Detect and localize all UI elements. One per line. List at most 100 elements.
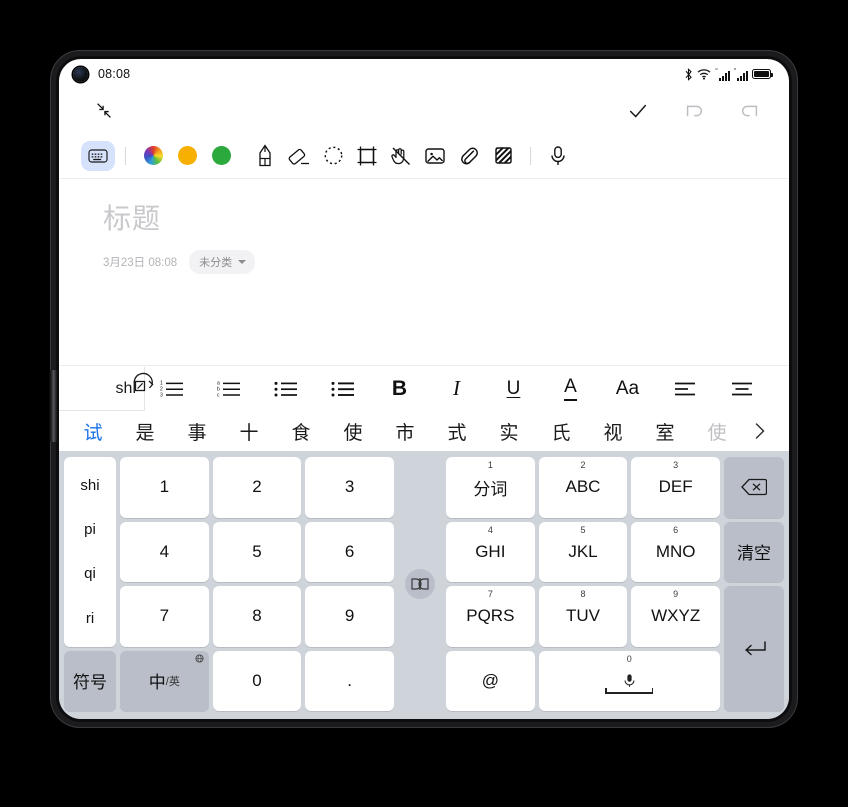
shading-tool[interactable]: [486, 141, 520, 171]
bullet-list-dense-button[interactable]: [322, 374, 363, 404]
pinyin-suggestion[interactable]: pi: [84, 522, 96, 537]
align-center-button[interactable]: [721, 374, 762, 404]
split-keyboard-icon: [411, 578, 429, 590]
circle-icon: [211, 146, 231, 165]
align-right-icon: [788, 382, 789, 395]
font-size-label: Aa: [615, 377, 640, 399]
key-sup: 9: [673, 589, 679, 599]
key-6[interactable]: 6: [305, 521, 394, 582]
key-t9-3[interactable]: 3 DEF: [631, 457, 720, 518]
color-amber-tool[interactable]: [170, 141, 204, 171]
key-label: 9: [344, 606, 355, 626]
eraser-tool[interactable]: [282, 141, 316, 171]
bullet-list-button[interactable]: [265, 374, 306, 404]
key-t9-2[interactable]: 2 ABC: [538, 457, 628, 518]
undo-icon[interactable]: [683, 100, 705, 122]
crop-frame-icon: [357, 146, 377, 165]
symbol-key[interactable]: 符号: [64, 650, 116, 711]
candidate-item[interactable]: 市: [379, 418, 431, 445]
keyboard-tool[interactable]: [81, 140, 115, 171]
backspace-key[interactable]: [723, 457, 784, 518]
candidate-item[interactable]: 氏: [535, 418, 587, 445]
check-icon[interactable]: [627, 100, 649, 122]
key-t9-7[interactable]: 7 PQRS: [446, 586, 535, 647]
palm-rejection-tool[interactable]: [384, 141, 418, 171]
underline-button[interactable]: U: [493, 374, 534, 404]
redo-icon[interactable]: [739, 100, 761, 122]
key-period[interactable]: .: [305, 650, 394, 711]
collapse-arrows-icon[interactable]: [93, 100, 115, 122]
key-t9-1[interactable]: 1 分词: [446, 457, 535, 518]
key-5[interactable]: 5: [212, 521, 302, 582]
language-switch-key[interactable]: 中/英: [120, 650, 209, 711]
candidate-item[interactable]: 式: [431, 418, 483, 445]
pinyin-suggestion-column[interactable]: shi pi qi ri: [64, 457, 116, 647]
candidate-item[interactable]: 视: [587, 418, 639, 445]
font-size-button[interactable]: Aa: [607, 374, 648, 404]
wifi-icon: [697, 69, 711, 80]
keyboard-resize-handle[interactable]: [405, 569, 435, 599]
key-sup: 1: [487, 460, 493, 470]
device-bezel: 08:08 “ “ 标题 3月23日 08:08 未分类 1 2 3 a b c…: [56, 56, 792, 722]
lasso-select-tool[interactable]: [316, 141, 350, 171]
toolbar-divider-1: [125, 146, 126, 165]
key-t9-8[interactable]: 8 TUV: [538, 586, 628, 647]
key-9[interactable]: 9: [305, 586, 394, 647]
key-at[interactable]: @: [446, 650, 535, 711]
key-0[interactable]: 0: [212, 650, 302, 711]
key-sup: 3: [673, 460, 679, 470]
candidate-item[interactable]: 试: [67, 418, 119, 445]
enter-key[interactable]: [723, 586, 784, 711]
crop-tool[interactable]: [350, 141, 384, 171]
bluetooth-icon: [685, 67, 693, 81]
key-8[interactable]: 8: [212, 586, 302, 647]
color-green-tool[interactable]: [204, 141, 238, 171]
paperclip-icon: [461, 147, 478, 164]
key-t9-4[interactable]: 4 GHI: [446, 521, 535, 582]
clear-key[interactable]: 清空: [723, 521, 784, 582]
candidate-item[interactable]: 事: [171, 418, 223, 445]
key-t9-6[interactable]: 6 MNO: [631, 521, 720, 582]
align-right-button[interactable]: [778, 374, 789, 404]
candidate-item[interactable]: 食: [275, 418, 327, 445]
app-header: [59, 89, 789, 133]
enter-arrow-icon: [745, 640, 766, 655]
key-1[interactable]: 1: [120, 457, 209, 518]
compose-popup[interactable]: shi: [59, 367, 154, 411]
candidate-item[interactable]: 室: [639, 418, 691, 445]
pencil-icon: [259, 143, 271, 166]
key-2[interactable]: 2: [212, 457, 302, 518]
key-7[interactable]: 7: [120, 586, 209, 647]
pinyin-suggestion[interactable]: ri: [86, 611, 94, 626]
insert-image-tool[interactable]: [418, 141, 452, 171]
voice-record-tool[interactable]: [541, 141, 575, 171]
align-left-button[interactable]: [664, 374, 705, 404]
lasso-dashed-circle-icon: [324, 146, 342, 165]
color-wheel-tool[interactable]: [136, 141, 170, 171]
key-t9-9[interactable]: 9 WXYZ: [631, 586, 720, 647]
key-label: 分词: [473, 479, 508, 499]
handwriting-rotate-icon[interactable]: [130, 370, 158, 398]
note-title[interactable]: 标题: [103, 197, 789, 237]
key-3[interactable]: 3: [305, 457, 394, 518]
candidate-item[interactable]: 使: [691, 418, 743, 445]
key-4[interactable]: 4: [120, 521, 209, 582]
pinyin-suggestion[interactable]: shi: [80, 478, 99, 493]
font-color-button[interactable]: A: [550, 374, 591, 404]
attachment-tool[interactable]: [452, 141, 486, 171]
pencil-tool[interactable]: [248, 141, 282, 171]
candidate-item[interactable]: 十: [223, 418, 275, 445]
italic-button[interactable]: I: [436, 374, 477, 404]
space-key[interactable]: 0: [538, 650, 720, 711]
candidate-item[interactable]: 使: [327, 418, 379, 445]
candidate-item[interactable]: 是: [119, 418, 171, 445]
note-category-chip[interactable]: 未分类: [189, 250, 256, 274]
pinyin-suggestion[interactable]: qi: [84, 566, 96, 581]
bold-button[interactable]: B: [379, 374, 420, 404]
candidate-item[interactable]: 实: [483, 418, 535, 445]
candidate-expand-button[interactable]: [743, 421, 777, 441]
key-t9-5[interactable]: 5 JKL: [538, 521, 628, 582]
ordered-list-letter-button[interactable]: abc: [208, 374, 249, 404]
key-label: ABC: [565, 477, 601, 497]
status-bar: 08:08 “ “: [59, 59, 789, 89]
